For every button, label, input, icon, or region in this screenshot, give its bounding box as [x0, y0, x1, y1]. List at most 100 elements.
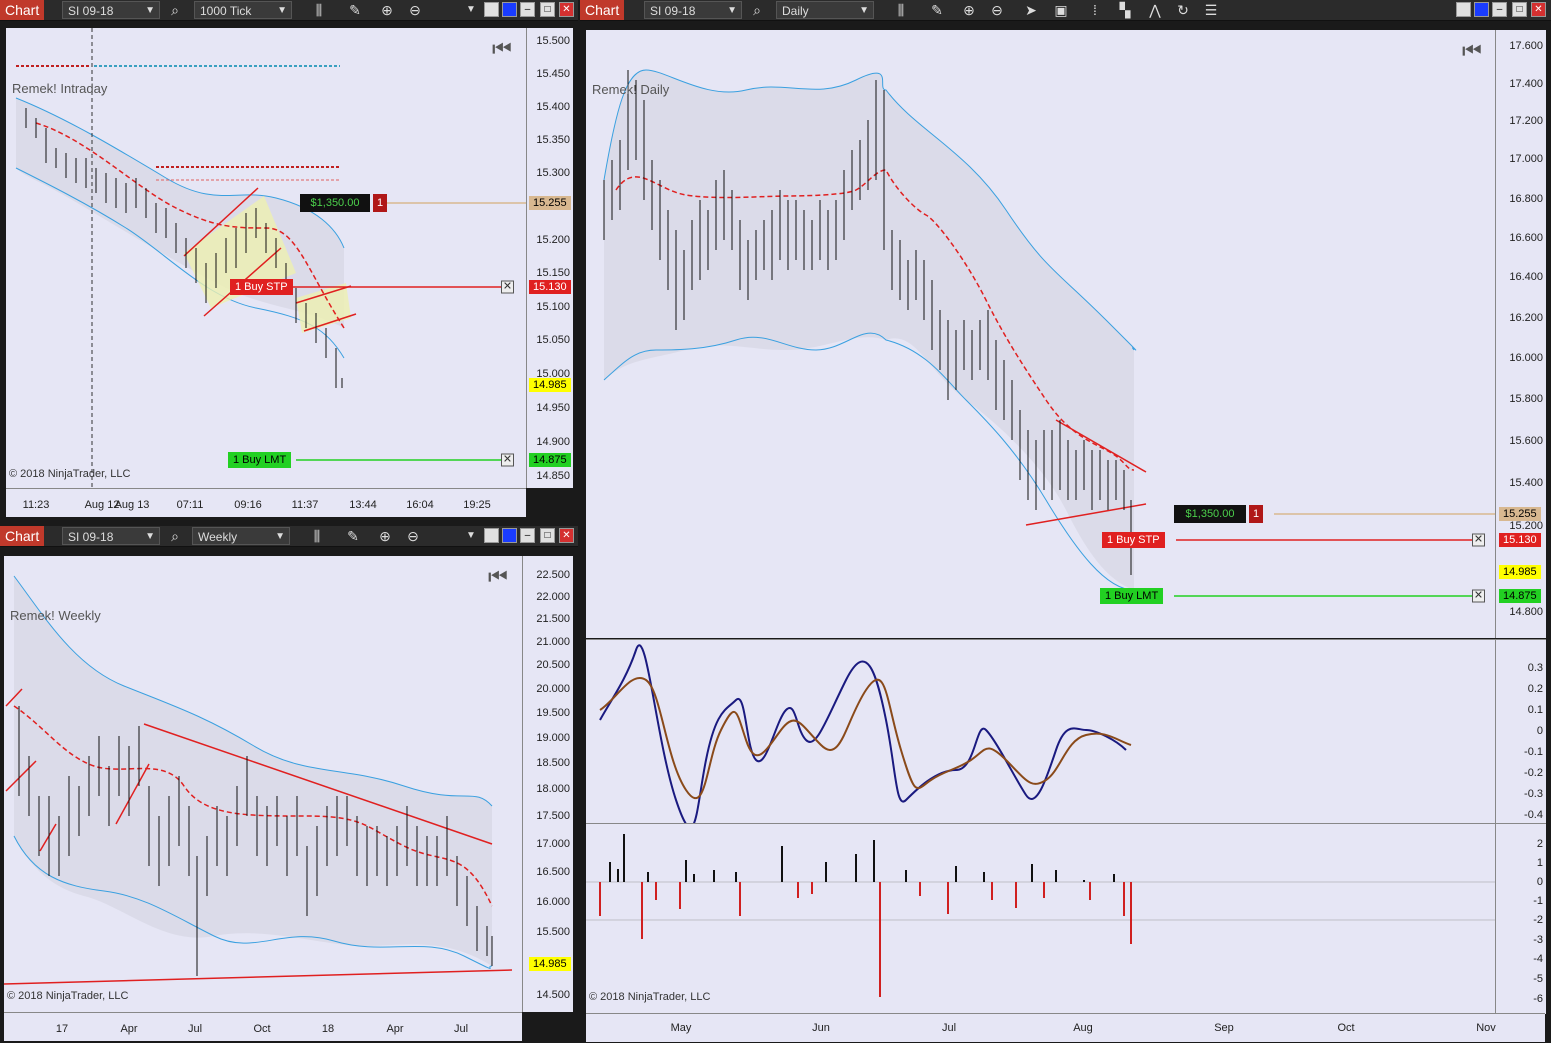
buy-limit-order[interactable]: 1 Buy LMT — [228, 452, 292, 468]
draw-pencil-icon[interactable]: ✎ — [344, 527, 362, 545]
y-tick: 15.400 — [1509, 477, 1543, 489]
y-tick: 18.000 — [536, 783, 570, 795]
x-tick: Apr — [386, 1023, 404, 1035]
histogram-panel[interactable]: © 2018 NinjaTrader, LLC — [586, 823, 1495, 1014]
y-tick: 15.600 — [1509, 435, 1543, 447]
skip-to-start-icon[interactable]: ⏮ — [492, 36, 512, 62]
zoom-out-icon[interactable]: ⊖ — [988, 1, 1006, 19]
y-tick: 15.500 — [536, 35, 570, 47]
chevron-down-icon: ▼ — [145, 531, 155, 542]
maximize-button[interactable]: □ — [540, 528, 555, 543]
zoom-in-icon[interactable]: ⊕ — [378, 1, 396, 19]
minimize-button[interactable]: – — [520, 528, 535, 543]
chart-title[interactable]: Chart — [0, 0, 45, 20]
zoom-in-icon[interactable]: ⊕ — [960, 1, 978, 19]
pnl-value: $1,350.00 — [310, 197, 360, 209]
last-price-tag: 14.985 — [1499, 565, 1541, 579]
chart-title[interactable]: Chart — [0, 526, 45, 546]
price-axis[interactable]: 22.500 22.000 21.500 21.000 20.500 20.00… — [522, 556, 573, 1012]
maximize-button[interactable]: □ — [540, 2, 555, 17]
skip-to-start-icon[interactable]: ⏮ — [488, 564, 508, 590]
chevron-down-icon: ▼ — [275, 531, 285, 542]
chevron-down-icon: ▼ — [859, 5, 869, 16]
buy-limit-order[interactable]: 1 Buy LMT — [1100, 588, 1164, 604]
x-tick: 18 — [321, 1023, 335, 1035]
search-icon[interactable]: ⌕ — [166, 527, 184, 545]
bar-style-icon[interactable]: ⫼ — [310, 1, 328, 19]
pointer-icon[interactable]: ➤ — [1022, 1, 1040, 19]
hist-tick: 2 — [1536, 838, 1543, 850]
window-option-button[interactable] — [484, 2, 499, 17]
instrument-selector[interactable]: SI 09-18 ▼ — [62, 1, 160, 19]
more-dropdown-icon[interactable]: ▼ — [462, 1, 480, 19]
chart-title[interactable]: Chart — [580, 0, 625, 20]
bar-style-icon[interactable]: ⫼ — [892, 1, 910, 19]
cancel-limit-order-icon[interactable]: ✕ — [1472, 589, 1485, 603]
period-selector[interactable]: Weekly ▼ — [192, 527, 290, 545]
price-panel[interactable]: Remek! Daily ⏮ $1,350.00 1 1 Buy STP ✕ 1… — [586, 30, 1495, 638]
y-tick: 17.600 — [1509, 40, 1543, 52]
toolbar: Chart SI 09-18 ▼ ⌕ Daily ▼ ⫼ ✎ ⊕ ⊖ ➤ ▣ ⁞ ▚… — [580, 0, 1551, 21]
indicator-label: Remek! Daily — [592, 82, 670, 97]
zoom-out-icon[interactable]: ⊖ — [404, 527, 422, 545]
data-box-icon[interactable]: ▣ — [1052, 1, 1070, 19]
instrument-value: SI 09-18 — [68, 4, 114, 18]
period-selector[interactable]: 1000 Tick ▼ — [194, 1, 292, 19]
close-button[interactable]: ✕ — [559, 2, 574, 17]
zoom-out-icon[interactable]: ⊖ — [406, 1, 424, 19]
skip-to-start-icon[interactable]: ⏮ — [1462, 38, 1482, 64]
properties-icon[interactable]: ☰ — [1202, 1, 1220, 19]
cancel-stop-order-icon[interactable]: ✕ — [501, 280, 514, 294]
more-dropdown-icon[interactable]: ▼ — [462, 527, 480, 545]
y-tick: 15.200 — [1509, 520, 1543, 532]
draw-pencil-icon[interactable]: ✎ — [928, 1, 946, 19]
strategies-icon[interactable]: ⁞ — [1086, 1, 1104, 19]
y-tick: 19.000 — [536, 732, 570, 744]
indicators-icon[interactable]: ▚ — [1116, 1, 1134, 19]
close-button[interactable]: ✕ — [559, 528, 574, 543]
y-tick: 17.400 — [1509, 78, 1543, 90]
trend-icon[interactable]: ⋀ — [1146, 1, 1164, 19]
window-option-button[interactable] — [1456, 2, 1471, 17]
osc-tick: -0.3 — [1524, 788, 1543, 800]
time-axis[interactable]: May Jun Jul Aug Sep Oct Nov — [586, 1013, 1545, 1042]
buy-stop-order[interactable]: 1 Buy STP — [1102, 532, 1165, 548]
window-option-button[interactable] — [484, 528, 499, 543]
draw-pencil-icon[interactable]: ✎ — [346, 1, 364, 19]
search-icon[interactable]: ⌕ — [166, 1, 184, 19]
close-button[interactable]: ✕ — [1531, 2, 1546, 17]
reload-icon[interactable]: ↻ — [1174, 1, 1192, 19]
bar-style-icon[interactable]: ⫼ — [308, 527, 326, 545]
time-axis[interactable]: 11:23 Aug 12 Aug 13 07:11 09:16 11:37 13… — [6, 488, 526, 517]
cancel-limit-order-icon[interactable]: ✕ — [501, 453, 514, 467]
minimize-button[interactable]: – — [1492, 2, 1507, 17]
price-axis[interactable]: 17.600 17.400 17.200 17.000 16.800 16.60… — [1495, 30, 1546, 638]
time-axis[interactable]: 17 Apr Jul Oct 18 Apr Jul — [4, 1012, 522, 1041]
histogram-axis[interactable]: 2 1 0 -1 -2 -3 -4 -5 -6 — [1495, 823, 1546, 1014]
buy-stop-order[interactable]: 1 Buy STP — [230, 279, 293, 295]
minimize-button[interactable]: – — [520, 2, 535, 17]
period-selector[interactable]: Daily ▼ — [776, 1, 874, 19]
price-panel[interactable]: Remek! Weekly © 2018 NinjaTrader, LLC ⏮ — [4, 556, 522, 1012]
zoom-in-icon[interactable]: ⊕ — [376, 527, 394, 545]
x-tick: Jul — [453, 1023, 469, 1035]
y-tick: 21.500 — [536, 613, 570, 625]
hist-tick: -2 — [1533, 914, 1543, 926]
copyright-text: © 2018 NinjaTrader, LLC — [7, 990, 129, 1002]
price-axis[interactable]: 15.500 15.450 15.400 15.350 15.300 15.20… — [526, 28, 573, 488]
instrument-selector[interactable]: SI 09-18 ▼ — [644, 1, 742, 19]
instrument-selector[interactable]: SI 09-18 ▼ — [62, 527, 160, 545]
y-tick: 17.200 — [1509, 115, 1543, 127]
indicator-label: Remek! Intraday — [12, 81, 108, 96]
window-color-button[interactable] — [502, 528, 517, 543]
maximize-button[interactable]: □ — [1512, 2, 1527, 17]
window-color-button[interactable] — [502, 2, 517, 17]
pnl-display: $1,350.00 — [1174, 505, 1246, 523]
oscillator-axis[interactable]: 0.3 0.2 0.1 0 -0.1 -0.2 -0.3 -0.4 — [1495, 639, 1546, 823]
osc-tick: 0 — [1536, 725, 1543, 737]
oscillator-panel[interactable] — [586, 639, 1495, 823]
cancel-stop-order-icon[interactable]: ✕ — [1472, 533, 1485, 547]
price-panel[interactable]: Remek! Intraday © 2018 NinjaTrader, LLC … — [6, 28, 526, 488]
window-color-button[interactable] — [1474, 2, 1489, 17]
search-icon[interactable]: ⌕ — [748, 1, 766, 19]
